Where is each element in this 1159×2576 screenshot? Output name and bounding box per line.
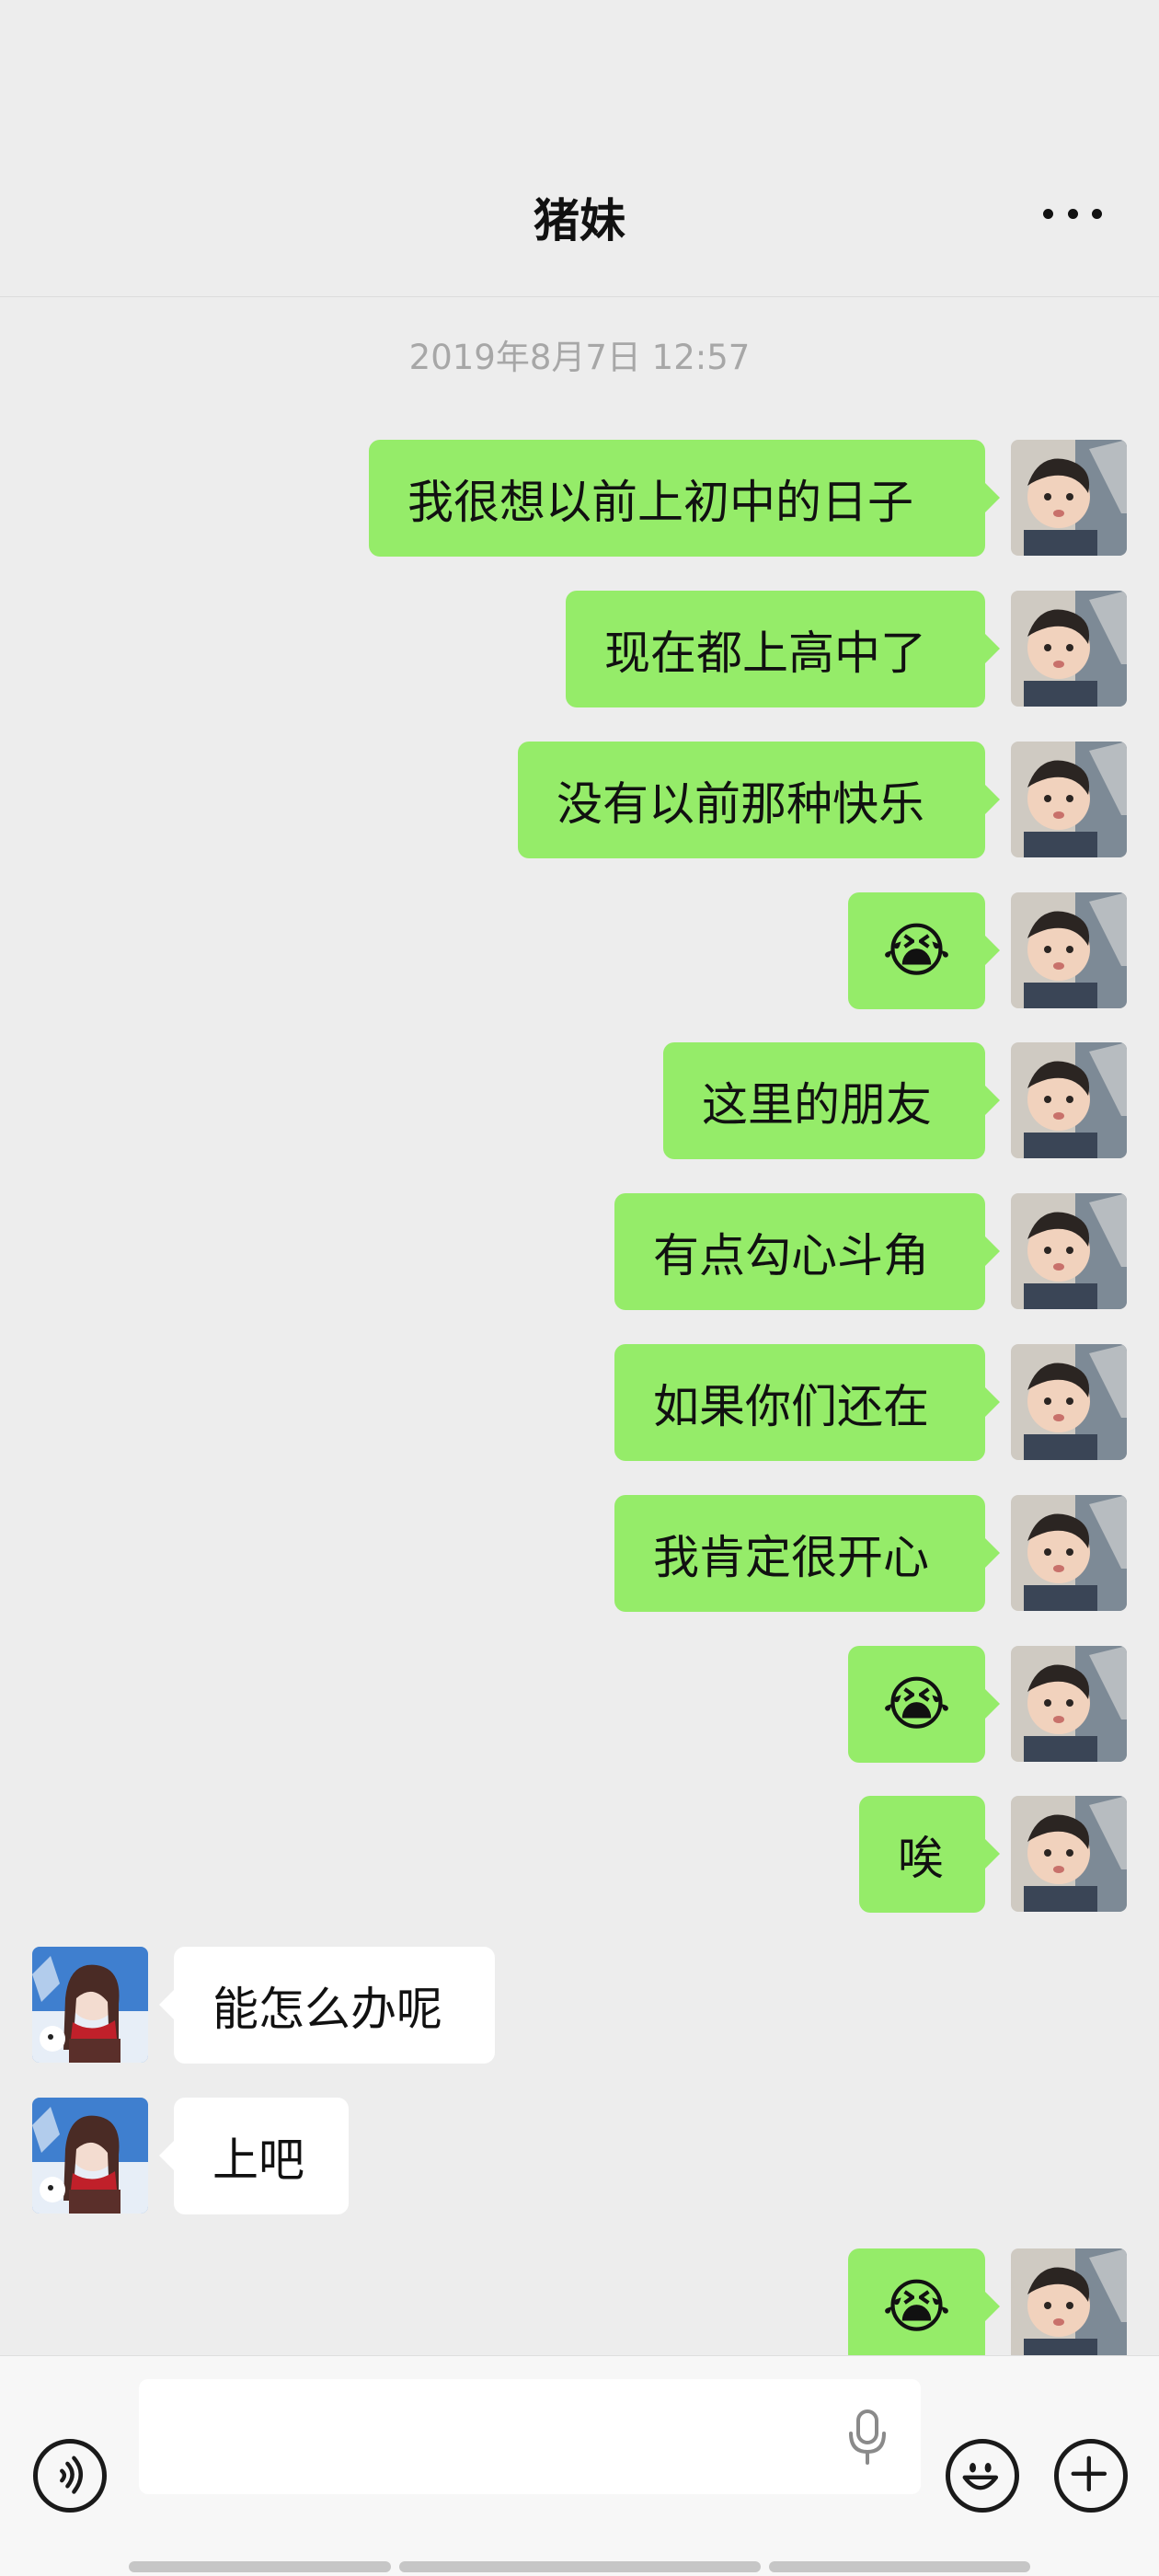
contact-avatar-image	[32, 1947, 148, 2063]
microphone-icon[interactable]	[844, 2409, 890, 2466]
crying-emoji-icon: 😭	[882, 916, 951, 985]
message-bubble[interactable]: 有点勾心斗角	[614, 1193, 1000, 1310]
message-text: 这里的朋友	[702, 1077, 932, 1132]
more-options-button[interactable]	[1043, 204, 1102, 223]
sent-message: 我很想以前上初中的日子	[0, 440, 1159, 557]
received-message: 上吧	[0, 2098, 1159, 2214]
sent-message: 😭	[0, 892, 1159, 1009]
self-avatar-image	[1011, 591, 1127, 707]
crying-emoji-icon: 😭	[882, 1670, 951, 1739]
self-avatar-image	[1011, 1796, 1127, 1912]
sent-message: 唉	[0, 1796, 1159, 1913]
message-text: 能怎么办呢	[212, 1982, 442, 2036]
self-avatar-image	[1011, 1495, 1127, 1611]
nav-bar-right	[769, 2561, 1030, 2572]
self-avatar-image	[1011, 892, 1127, 1008]
message-bubble[interactable]: 这里的朋友	[663, 1042, 1000, 1159]
self-avatar-image	[1011, 2248, 1127, 2364]
contact-avatar[interactable]	[32, 1947, 148, 2063]
received-message: 能怎么办呢	[0, 1947, 1159, 2064]
more-functions-button[interactable]	[1054, 2439, 1128, 2513]
chat-screen: 猪妹 2019年8月7日 12:57 我很想以前上初中的日子现在都上高中了没有以…	[0, 0, 1159, 2576]
message-bubble[interactable]: 😭	[848, 2248, 1000, 2365]
self-avatar-image	[1011, 1193, 1127, 1309]
emoji-icon	[962, 2463, 999, 2490]
self-avatar[interactable]	[1011, 440, 1127, 556]
message-text: 我很想以前上初中的日子	[407, 475, 913, 529]
message-bubble[interactable]: 能怎么办呢	[159, 1947, 495, 2064]
sent-message: 没有以前那种快乐	[0, 742, 1159, 858]
message-bubble[interactable]: 没有以前那种快乐	[518, 742, 1000, 858]
message-input[interactable]	[139, 2379, 921, 2494]
message-bubble[interactable]: 😭	[848, 1646, 1000, 1763]
message-bubble[interactable]: 我很想以前上初中的日子	[369, 440, 1000, 557]
self-avatar[interactable]	[1011, 1042, 1127, 1158]
message-text: 我肯定很开心	[653, 1530, 929, 1584]
self-avatar[interactable]	[1011, 1646, 1127, 1762]
message-text: 没有以前那种快乐	[557, 776, 924, 831]
self-avatar[interactable]	[1011, 1796, 1127, 1912]
self-avatar-image	[1011, 440, 1127, 556]
more-dot-3	[1092, 208, 1102, 219]
nav-bar-center	[399, 2561, 761, 2572]
chat-header: 猪妹	[0, 0, 1159, 297]
message-bubble[interactable]: 上吧	[159, 2098, 349, 2214]
message-bubble[interactable]: 如果你们还在	[614, 1344, 1000, 1461]
plus-icon	[1071, 2455, 1107, 2492]
self-avatar-image	[1011, 1344, 1127, 1460]
sent-message: 如果你们还在	[0, 1344, 1159, 1461]
message-text: 上吧	[212, 2133, 304, 2187]
contact-avatar-image	[32, 2098, 148, 2214]
self-avatar[interactable]	[1011, 591, 1127, 707]
voice-icon	[60, 2455, 83, 2494]
emoji-button[interactable]	[946, 2439, 1019, 2513]
message-timestamp: 2019年8月7日 12:57	[408, 338, 751, 377]
self-avatar-image	[1011, 742, 1127, 857]
self-avatar-image	[1011, 1646, 1127, 1762]
nav-bar-left	[129, 2561, 391, 2572]
sent-message: 😭	[0, 2248, 1159, 2365]
message-bubble[interactable]: 😭	[848, 892, 1000, 1009]
message-bubble[interactable]: 我肯定很开心	[614, 1495, 1000, 1612]
more-dots-icon	[1043, 208, 1053, 219]
self-avatar[interactable]	[1011, 1193, 1127, 1309]
more-dot-2	[1067, 208, 1078, 219]
chat-title: 猪妹	[534, 194, 625, 247]
sent-message: 😭	[0, 1646, 1159, 1763]
self-avatar[interactable]	[1011, 742, 1127, 857]
message-text: 现在都上高中了	[604, 626, 926, 680]
sent-message: 我肯定很开心	[0, 1495, 1159, 1612]
message-text: 唉	[898, 1831, 944, 1885]
sent-message: 这里的朋友	[0, 1042, 1159, 1159]
contact-avatar[interactable]	[32, 2098, 148, 2214]
self-avatar[interactable]	[1011, 1344, 1127, 1460]
crying-emoji-icon: 😭	[882, 2272, 951, 2341]
message-bubble[interactable]: 现在都上高中了	[566, 591, 1000, 707]
message-text: 如果你们还在	[653, 1379, 929, 1433]
message-text: 有点勾心斗角	[653, 1228, 929, 1282]
self-avatar[interactable]	[1011, 892, 1127, 1008]
self-avatar-image	[1011, 1042, 1127, 1158]
message-bubble[interactable]: 唉	[859, 1796, 1000, 1913]
voice-toggle-button[interactable]	[33, 2439, 107, 2513]
self-avatar[interactable]	[1011, 2248, 1127, 2364]
sent-message: 现在都上高中了	[0, 591, 1159, 707]
self-avatar[interactable]	[1011, 1495, 1127, 1611]
sent-message: 有点勾心斗角	[0, 1193, 1159, 1310]
